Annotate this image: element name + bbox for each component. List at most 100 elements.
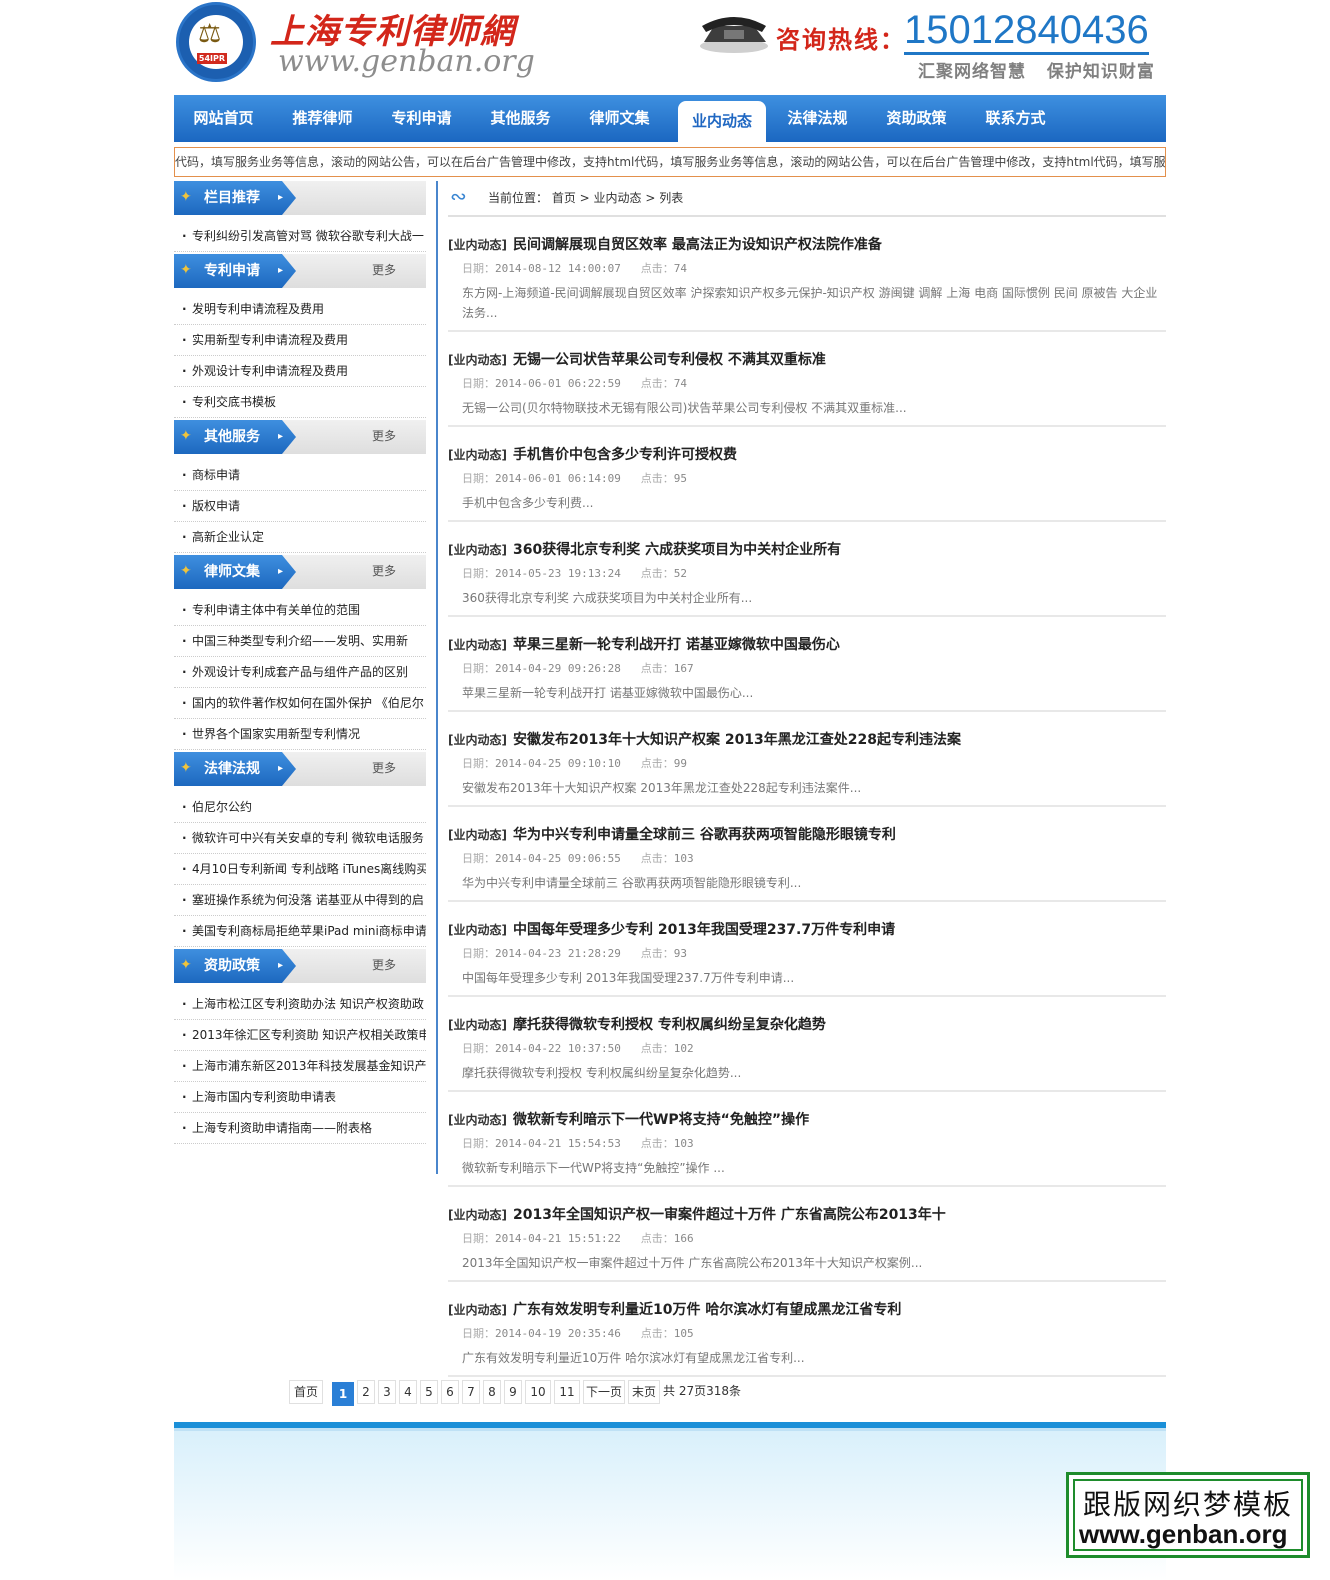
article-category-tag[interactable]: [业内动态]	[448, 543, 507, 557]
date-label: 日期：	[462, 852, 495, 865]
sidebar-list-item[interactable]: 专利纠纷引发高管对骂 微软谷歌专利大战一	[174, 221, 426, 252]
pager-page-6[interactable]: 6	[441, 1380, 459, 1404]
sidebar-list-item[interactable]: 上海专利资助申请指南——附表格	[174, 1113, 426, 1144]
sidebar-list-item[interactable]: 微软许可中兴有关安卓的专利 微软电话服务	[174, 823, 426, 854]
sidebar-section-title[interactable]: 资助政策	[204, 949, 260, 983]
nav-item-5[interactable]: 律师文集	[570, 95, 669, 142]
article-category-tag[interactable]: [业内动态]	[448, 1303, 507, 1317]
article-title-text[interactable]: 中国每年受理多少专利 2013年我国受理237.7万件专利申请	[513, 922, 895, 938]
sidebar-list-item[interactable]: 4月10日专利新闻 专利战略 iTunes离线购买	[174, 854, 426, 885]
sidebar-list-item[interactable]: 外观设计专利成套产品与组件产品的区别	[174, 657, 426, 688]
nav-item-6[interactable]: 业内动态	[678, 101, 766, 142]
article-title-text[interactable]: 摩托获得微软专利授权 专利权属纠纷呈复杂化趋势	[513, 1017, 826, 1033]
sidebar-list-item[interactable]: 上海市国内专利资助申请表	[174, 1082, 426, 1113]
nav-item-1[interactable]: 网站首页	[174, 95, 273, 142]
sidebar-list-item[interactable]: 伯尼尔公约	[174, 792, 426, 823]
more-link[interactable]: 更多	[372, 555, 396, 587]
nav-item-8[interactable]: 资助政策	[867, 95, 966, 142]
pager-page-8[interactable]: 8	[483, 1380, 501, 1404]
article-title-text[interactable]: 无锡一公司状告苹果公司专利侵权 不满其双重标准	[513, 352, 826, 368]
sidebar-list-item[interactable]: 上海市浦东新区2013年科技发展基金知识产	[174, 1051, 426, 1082]
article-title[interactable]: [业内动态] 广东有效发明专利量近10万件 哈尔滨冰灯有望成黑龙江省专利	[448, 1299, 901, 1319]
sidebar-list-item[interactable]: 发明专利申请流程及费用	[174, 294, 426, 325]
pager-page-11[interactable]: 11	[554, 1380, 580, 1404]
article-category-tag[interactable]: [业内动态]	[448, 733, 507, 747]
article-category-tag[interactable]: [业内动态]	[448, 1113, 507, 1127]
sidebar-list-item[interactable]: 实用新型专利申请流程及费用	[174, 325, 426, 356]
article-category-tag[interactable]: [业内动态]	[448, 238, 507, 252]
pager-page-10[interactable]: 10	[525, 1380, 551, 1404]
notice-marquee[interactable]: 代码，填写服务业务等信息，滚动的网站公告，可以在后台广告管理中修改，支持html…	[174, 147, 1166, 177]
article-title-text[interactable]: 华为中兴专利申请量全球前三 谷歌再获两项智能隐形眼镜专利	[513, 827, 896, 843]
nav-item-4[interactable]: 其他服务	[471, 95, 570, 142]
article-title-text[interactable]: 苹果三星新一轮专利战开打 诺基亚嫁微软中国最伤心	[513, 637, 840, 653]
article-title-text[interactable]: 2013年全国知识产权一审案件超过十万件 广东省高院公布2013年十	[513, 1207, 946, 1223]
article-category-tag[interactable]: [业内动态]	[448, 638, 507, 652]
sidebar-list-item[interactable]: 外观设计专利申请流程及费用	[174, 356, 426, 387]
nav-item-3[interactable]: 专利申请	[372, 95, 471, 142]
site-logo-url[interactable]: www.genban.org	[278, 44, 535, 79]
article-title[interactable]: [业内动态] 2013年全国知识产权一审案件超过十万件 广东省高院公布2013年十	[448, 1204, 946, 1224]
sidebar-list-item[interactable]: 塞班操作系统为何没落 诺基亚从中得到的启	[174, 885, 426, 916]
breadcrumb-path[interactable]: 首页 > 业内动态 > 列表	[552, 191, 683, 205]
pager-page-7[interactable]: 7	[462, 1380, 480, 1404]
pager-page-4[interactable]: 4	[399, 1380, 417, 1404]
article-category-tag[interactable]: [业内动态]	[448, 923, 507, 937]
sidebar-list-item[interactable]: 专利申请主体中有关单位的范围	[174, 595, 426, 626]
article-title[interactable]: [业内动态] 360获得北京专利奖 六成获奖项目为中关村企业所有	[448, 539, 841, 559]
article-title-text[interactable]: 民间调解展现自贸区效率 最高法正为设知识产权法院作准备	[513, 237, 882, 253]
pager-first-button[interactable]: 首页	[289, 1380, 323, 1404]
pager-page-5[interactable]: 5	[420, 1380, 438, 1404]
article-title-text[interactable]: 手机售价中包含多少专利许可授权费	[513, 447, 737, 463]
article-title[interactable]: [业内动态] 无锡一公司状告苹果公司专利侵权 不满其双重标准	[448, 349, 826, 369]
sidebar-list-item[interactable]: 美国专利商标局拒绝苹果iPad mini商标申请	[174, 916, 426, 947]
article-title-text[interactable]: 安徽发布2013年十大知识产权案 2013年黑龙江查处228起专利违法案	[513, 732, 961, 748]
chevron-right-icon: ▸	[278, 431, 284, 442]
more-link[interactable]: 更多	[372, 420, 396, 452]
nav-item-9[interactable]: 联系方式	[966, 95, 1065, 142]
sidebar-list-item[interactable]: 高新企业认定	[174, 522, 426, 553]
article-category-tag[interactable]: [业内动态]	[448, 448, 507, 462]
article-title[interactable]: [业内动态] 中国每年受理多少专利 2013年我国受理237.7万件专利申请	[448, 919, 895, 939]
sidebar-section-title[interactable]: 其他服务	[204, 420, 260, 454]
article-title-text[interactable]: 微软新专利暗示下一代WP将支持“免触控”操作	[513, 1112, 809, 1128]
sidebar-list-item[interactable]: 国内的软件著作权如何在国外保护 《伯尼尔	[174, 688, 426, 719]
article-title-text[interactable]: 360获得北京专利奖 六成获奖项目为中关村企业所有	[513, 542, 841, 558]
article-category-tag[interactable]: [业内动态]	[448, 353, 507, 367]
article-title[interactable]: [业内动态] 民间调解展现自贸区效率 最高法正为设知识产权法院作准备	[448, 234, 882, 254]
article-category-tag[interactable]: [业内动态]	[448, 1208, 507, 1222]
article-title[interactable]: [业内动态] 手机售价中包含多少专利许可授权费	[448, 444, 737, 464]
more-link[interactable]: 更多	[372, 254, 396, 286]
more-link[interactable]: 更多	[372, 949, 396, 981]
sidebar-list-item[interactable]: 中国三种类型专利介绍——发明、实用新	[174, 626, 426, 657]
pager-page-1[interactable]: 1	[332, 1382, 354, 1406]
sidebar-list-item[interactable]: 专利交底书模板	[174, 387, 426, 418]
article-category-tag[interactable]: [业内动态]	[448, 1018, 507, 1032]
article-title[interactable]: [业内动态] 华为中兴专利申请量全球前三 谷歌再获两项智能隐形眼镜专利	[448, 824, 896, 844]
hotline-number[interactable]: 15012840436	[904, 8, 1149, 55]
sidebar-list-item[interactable]: 2013年徐汇区专利资助 知识产权相关政策申	[174, 1020, 426, 1051]
pager-page-2[interactable]: 2	[357, 1380, 375, 1404]
sidebar-list-item[interactable]: 版权申请	[174, 491, 426, 522]
more-link[interactable]: 更多	[372, 752, 396, 784]
article-category-tag[interactable]: [业内动态]	[448, 828, 507, 842]
pager-page-3[interactable]: 3	[378, 1380, 396, 1404]
sidebar-list-item[interactable]: 世界各个国家实用新型专利情况	[174, 719, 426, 750]
nav-item-2[interactable]: 推荐律师	[273, 95, 372, 142]
pager-last-button[interactable]: 末页	[628, 1380, 660, 1404]
sidebar-section-title[interactable]: 专利申请	[204, 254, 260, 288]
pager-next-button[interactable]: 下一页	[583, 1380, 625, 1404]
article-title-text[interactable]: 广东有效发明专利量近10万件 哈尔滨冰灯有望成黑龙江省专利	[513, 1302, 901, 1318]
article-title[interactable]: [业内动态] 摩托获得微软专利授权 专利权属纠纷呈复杂化趋势	[448, 1014, 826, 1034]
logo-seal-icon[interactable]: ⚖ 54IPR	[176, 2, 256, 82]
article-title[interactable]: [业内动态] 苹果三星新一轮专利战开打 诺基亚嫁微软中国最伤心	[448, 634, 840, 654]
sidebar-section-title[interactable]: 法律法规	[204, 752, 260, 786]
nav-item-7[interactable]: 法律法规	[768, 95, 867, 142]
article-title[interactable]: [业内动态] 微软新专利暗示下一代WP将支持“免触控”操作	[448, 1109, 809, 1129]
sidebar-list-item[interactable]: 商标申请	[174, 460, 426, 491]
sidebar-section-title[interactable]: 律师文集	[204, 555, 260, 589]
pager-page-9[interactable]: 9	[504, 1380, 522, 1404]
sidebar-list-item[interactable]: 上海市松江区专利资助办法 知识产权资助政	[174, 989, 426, 1020]
sidebar-section-title[interactable]: 栏目推荐	[204, 181, 260, 215]
article-title[interactable]: [业内动态] 安徽发布2013年十大知识产权案 2013年黑龙江查处228起专利违…	[448, 729, 961, 749]
